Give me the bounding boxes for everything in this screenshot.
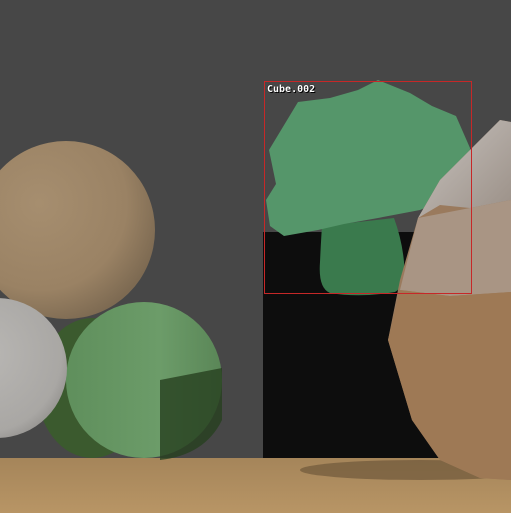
3d-viewport[interactable]: Cube.002 <box>0 0 511 513</box>
selected-object-name: Cube.002 <box>267 84 316 95</box>
selection-outline[interactable]: Cube.002 <box>264 81 472 294</box>
